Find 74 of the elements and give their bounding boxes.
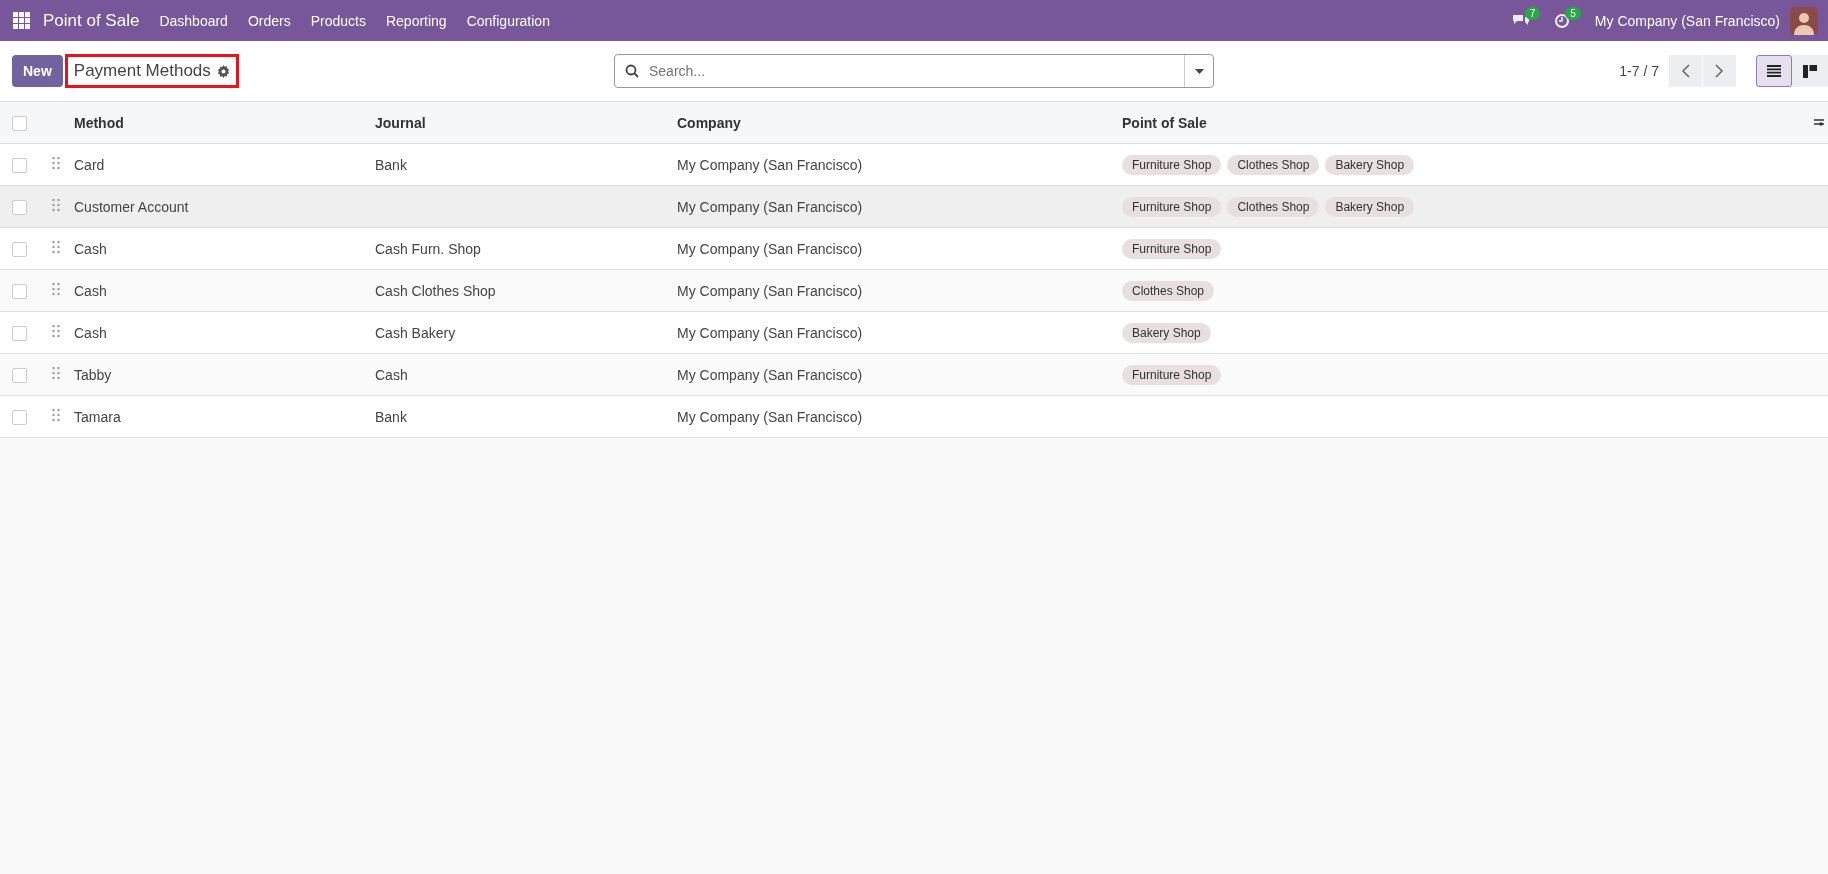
table-cell: My Company (San Francisco) <box>677 198 863 215</box>
app-name[interactable]: Point of Sale <box>43 10 140 31</box>
table-cell: My Company (San Francisco) <box>677 282 863 299</box>
row-checkbox[interactable] <box>12 325 27 341</box>
select-all-checkbox[interactable] <box>12 115 27 131</box>
row-checkbox[interactable] <box>12 157 27 173</box>
table-cell: Cash <box>375 366 408 383</box>
company-switcher[interactable]: My Company (San Francisco) <box>1594 12 1780 29</box>
settings-icon[interactable] <box>216 64 230 78</box>
row-checkbox[interactable] <box>12 283 27 299</box>
menu-item[interactable]: Dashboard <box>159 12 228 29</box>
avatar-icon[interactable] <box>1790 6 1818 35</box>
tag: Clothes Shop <box>1227 154 1320 175</box>
table-cell: My Company (San Francisco) <box>677 240 863 257</box>
table-cell: Cash Furn. Shop <box>375 240 481 257</box>
drag-handle-icon[interactable] <box>52 366 60 380</box>
next-button[interactable] <box>1703 55 1736 87</box>
table-cell: My Company (San Francisco) <box>677 408 863 425</box>
previous-button[interactable] <box>1669 55 1702 87</box>
menu-item[interactable]: Configuration <box>466 12 550 29</box>
search-icon <box>625 64 639 78</box>
table-cell: Cash <box>74 282 107 299</box>
tag: Clothes Shop <box>1227 196 1320 217</box>
drag-handle-icon[interactable] <box>52 408 60 422</box>
menu-item[interactable]: Orders <box>247 12 291 29</box>
table-cell: Customer Account <box>74 198 189 215</box>
apps-grid-icon[interactable] <box>13 11 31 30</box>
drag-handle-icon[interactable] <box>52 198 60 212</box>
tag: Furniture Shop <box>1122 154 1222 175</box>
column-options-icon[interactable] <box>1814 117 1824 128</box>
table-cell: Bank <box>375 408 407 425</box>
breadcrumb-title: Payment Methods <box>64 54 239 88</box>
list-icon <box>1767 65 1781 77</box>
row-checkbox[interactable] <box>12 367 27 383</box>
message-count-badge: 7 <box>1524 6 1541 20</box>
table-cell: Bank <box>375 156 407 173</box>
tag: Furniture Shop <box>1122 364 1222 385</box>
table-cell: Card <box>74 156 105 173</box>
tag: Clothes Shop <box>1122 280 1215 301</box>
drag-handle-icon[interactable] <box>52 282 60 296</box>
chevron-left-icon <box>1681 64 1690 78</box>
tag: Bakery Shop <box>1122 322 1211 343</box>
kanban-icon <box>1803 64 1817 78</box>
tag: Bakery Shop <box>1325 196 1415 217</box>
menu-item[interactable]: Products <box>310 12 366 29</box>
table-cell: Cash Clothes Shop <box>375 282 496 299</box>
activity-count-badge: 5 <box>1565 6 1581 20</box>
tag: Furniture Shop <box>1122 196 1222 217</box>
table-cell: Tabby <box>74 366 112 383</box>
drag-handle-icon[interactable] <box>52 156 60 170</box>
new-button[interactable]: New <box>12 55 63 87</box>
table-cell: Cash Bakery <box>375 324 456 341</box>
clock-icon[interactable] <box>1554 12 1571 29</box>
view-switch-button[interactable] <box>1756 55 1792 87</box>
row-checkbox[interactable] <box>12 241 27 257</box>
menu-item[interactable]: Reporting <box>385 12 447 29</box>
search-input[interactable]: Search... <box>647 62 1176 80</box>
table-cell: My Company (San Francisco) <box>677 366 863 383</box>
drag-handle-icon[interactable] <box>52 324 60 338</box>
search-bar[interactable]: Search... <box>614 54 1214 88</box>
table-cell: My Company (San Francisco) <box>677 324 863 341</box>
pager-value[interactable]: 1-7 / 7 <box>1619 63 1659 79</box>
table-cell: Cash <box>74 324 107 341</box>
view-switch-button[interactable] <box>1792 55 1828 87</box>
row-checkbox[interactable] <box>12 409 27 425</box>
chevron-right-icon <box>1715 64 1724 78</box>
table-cell: My Company (San Francisco) <box>677 156 863 173</box>
tag: Furniture Shop <box>1122 238 1222 259</box>
table-cell: Cash <box>74 240 107 257</box>
row-checkbox[interactable] <box>12 199 27 215</box>
caret-icon <box>1194 68 1204 74</box>
table-cell: Tamara <box>74 408 121 425</box>
tag: Bakery Shop <box>1325 154 1415 175</box>
drag-handle-icon[interactable] <box>52 240 60 254</box>
